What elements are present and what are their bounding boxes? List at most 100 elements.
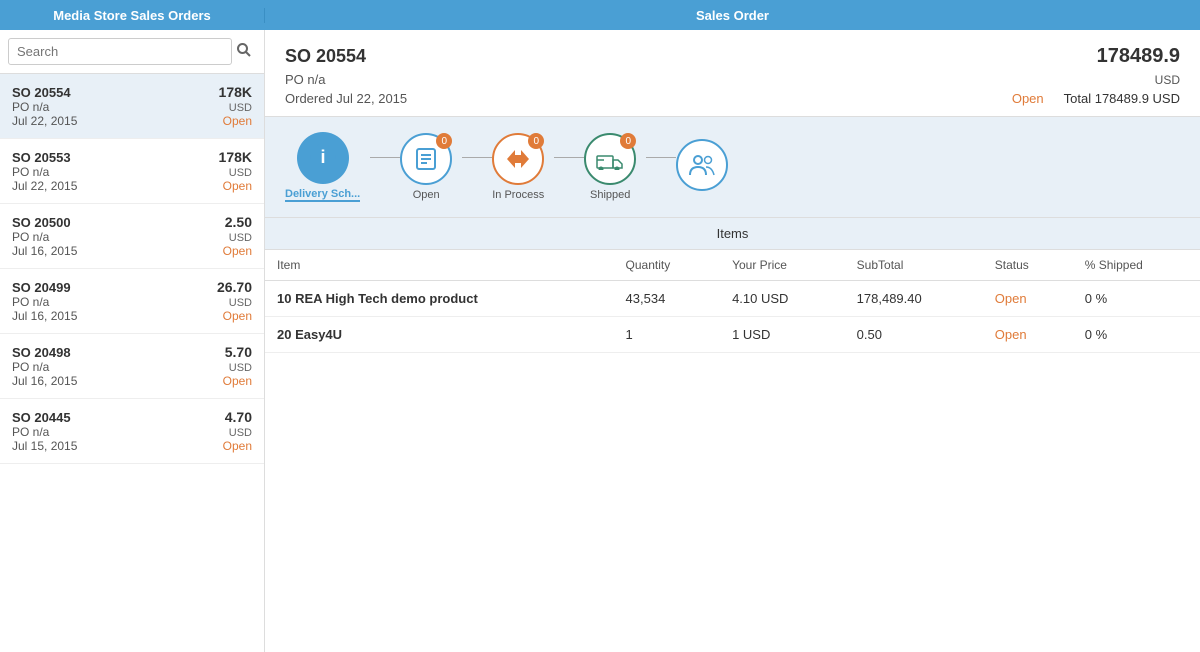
item-status-cell: Open <box>983 281 1073 317</box>
order-currency: USD <box>229 362 252 374</box>
workflow-icon-inprocess: 0 <box>492 133 544 185</box>
order-currency: USD <box>229 427 252 439</box>
detail-panel: SO 20554 178489.9 PO n/a USD Ordered Jul… <box>265 30 1200 652</box>
item-name-cell: 10 REA High Tech demo product <box>265 281 614 317</box>
item-price-cell: 4.10 USD <box>720 281 845 317</box>
search-icon[interactable] <box>232 38 256 65</box>
workflow-icon-open: 0 <box>400 133 452 185</box>
order-date: Jul 16, 2015 <box>12 309 77 323</box>
order-date: Jul 22, 2015 <box>12 179 77 193</box>
sidebar-title: Media Store Sales Orders <box>0 8 265 23</box>
item-quantity-cell: 1 <box>614 317 721 353</box>
workflow-icon-people <box>676 139 728 191</box>
workflow-step-shipped[interactable]: 0 Shipped <box>584 133 636 201</box>
detail-content: Items ItemQuantityYour PriceSubTotalStat… <box>265 218 1200 652</box>
detail-currency: USD <box>1155 73 1180 87</box>
order-list: SO 20554 178K PO n/a USD Jul 22, 2015 Op… <box>0 74 264 652</box>
order-id: SO 20554 <box>12 85 71 100</box>
search-input[interactable] <box>8 38 232 65</box>
detail-header: SO 20554 178489.9 PO n/a USD Ordered Jul… <box>265 30 1200 117</box>
item-pct-shipped-cell: 0 % <box>1073 281 1200 317</box>
order-list-item[interactable]: SO 20554 178K PO n/a USD Jul 22, 2015 Op… <box>0 74 264 139</box>
workflow-badge: 0 <box>436 133 452 149</box>
detail-po: PO n/a <box>285 72 325 87</box>
detail-ordered: Ordered Jul 22, 2015 <box>285 91 407 106</box>
order-list-item[interactable]: SO 20498 5.70 PO n/a USD Jul 16, 2015 Op… <box>0 334 264 399</box>
item-price-cell: 1 USD <box>720 317 845 353</box>
workflow-step-open[interactable]: 0 Open <box>400 133 452 201</box>
svg-text:i: i <box>320 147 325 167</box>
detail-total: Total 178489.9 USD <box>1064 91 1180 106</box>
table-row: 20 Easy4U11 USD0.50Open0 % <box>265 317 1200 353</box>
item-subtotal-cell: 0.50 <box>845 317 983 353</box>
order-date: Jul 22, 2015 <box>12 114 77 128</box>
order-status: Open <box>223 114 252 128</box>
order-status: Open <box>223 374 252 388</box>
item-subtotal-cell: 178,489.40 <box>845 281 983 317</box>
order-po: PO n/a <box>12 295 49 309</box>
order-currency: USD <box>229 297 252 309</box>
order-amount: 2.50 <box>225 214 252 230</box>
main-area: SO 20554 178K PO n/a USD Jul 22, 2015 Op… <box>0 30 1200 652</box>
table-column-header: Quantity <box>614 250 721 281</box>
order-po: PO n/a <box>12 230 49 244</box>
order-id: SO 20500 <box>12 215 71 230</box>
items-title: Items <box>265 218 1200 250</box>
order-currency: USD <box>229 167 252 179</box>
order-po: PO n/a <box>12 425 49 439</box>
order-po: PO n/a <box>12 100 49 114</box>
workflow-step-people[interactable] <box>676 139 728 195</box>
workflow-divider <box>462 157 492 158</box>
items-header-row: ItemQuantityYour PriceSubTotalStatus% Sh… <box>265 250 1200 281</box>
order-status: Open <box>223 439 252 453</box>
workflow-bar: i Delivery Sch... 0 Open 0 In Process 0 Shipped <box>265 117 1200 218</box>
detail-status: Open <box>1012 91 1044 106</box>
order-po: PO n/a <box>12 165 49 179</box>
workflow-divider <box>554 157 584 158</box>
order-status: Open <box>223 244 252 258</box>
items-section: Items ItemQuantityYour PriceSubTotalStat… <box>265 218 1200 652</box>
table-column-header: SubTotal <box>845 250 983 281</box>
workflow-divider <box>370 157 400 158</box>
table-column-header: Your Price <box>720 250 845 281</box>
order-amount: 4.70 <box>225 409 252 425</box>
workflow-step-label: Open <box>413 189 440 201</box>
order-list-item[interactable]: SO 20499 26.70 PO n/a USD Jul 16, 2015 O… <box>0 269 264 334</box>
workflow-icon-shipped: 0 <box>584 133 636 185</box>
workflow-step-label: Shipped <box>590 189 630 201</box>
order-list-item[interactable]: SO 20553 178K PO n/a USD Jul 22, 2015 Op… <box>0 139 264 204</box>
detail-title: Sales Order <box>265 8 1200 23</box>
order-list-item[interactable]: SO 20500 2.50 PO n/a USD Jul 16, 2015 Op… <box>0 204 264 269</box>
table-column-header: Status <box>983 250 1073 281</box>
order-status: Open <box>223 309 252 323</box>
order-status: Open <box>223 179 252 193</box>
order-list-item[interactable]: SO 20445 4.70 PO n/a USD Jul 15, 2015 Op… <box>0 399 264 464</box>
workflow-badge: 0 <box>528 133 544 149</box>
order-id: SO 20553 <box>12 150 71 165</box>
order-currency: USD <box>229 232 252 244</box>
items-table-body: 10 REA High Tech demo product43,5344.10 … <box>265 281 1200 353</box>
items-table: ItemQuantityYour PriceSubTotalStatus% Sh… <box>265 250 1200 353</box>
workflow-step-label: Delivery Sch... <box>285 188 360 202</box>
order-date: Jul 15, 2015 <box>12 439 77 453</box>
order-date: Jul 16, 2015 <box>12 374 77 388</box>
order-id: SO 20445 <box>12 410 71 425</box>
search-bar <box>0 30 264 74</box>
workflow-step-delivery[interactable]: i Delivery Sch... <box>285 132 360 202</box>
order-id: SO 20499 <box>12 280 71 295</box>
detail-order-id: SO 20554 <box>285 46 366 67</box>
workflow-divider <box>646 157 676 158</box>
order-currency: USD <box>229 102 252 114</box>
workflow-icon-delivery: i <box>297 132 349 184</box>
workflow-step-inprocess[interactable]: 0 In Process <box>492 133 544 201</box>
detail-amount: 178489.9 <box>1097 45 1180 68</box>
item-pct-shipped-cell: 0 % <box>1073 317 1200 353</box>
sidebar: SO 20554 178K PO n/a USD Jul 22, 2015 Op… <box>0 30 265 652</box>
workflow-step-label: In Process <box>492 189 544 201</box>
order-date: Jul 16, 2015 <box>12 244 77 258</box>
item-name-cell: 20 Easy4U <box>265 317 614 353</box>
top-bar: Media Store Sales Orders Sales Order <box>0 0 1200 30</box>
workflow-badge: 0 <box>620 133 636 149</box>
item-status-cell: Open <box>983 317 1073 353</box>
order-amount: 178K <box>219 149 252 165</box>
